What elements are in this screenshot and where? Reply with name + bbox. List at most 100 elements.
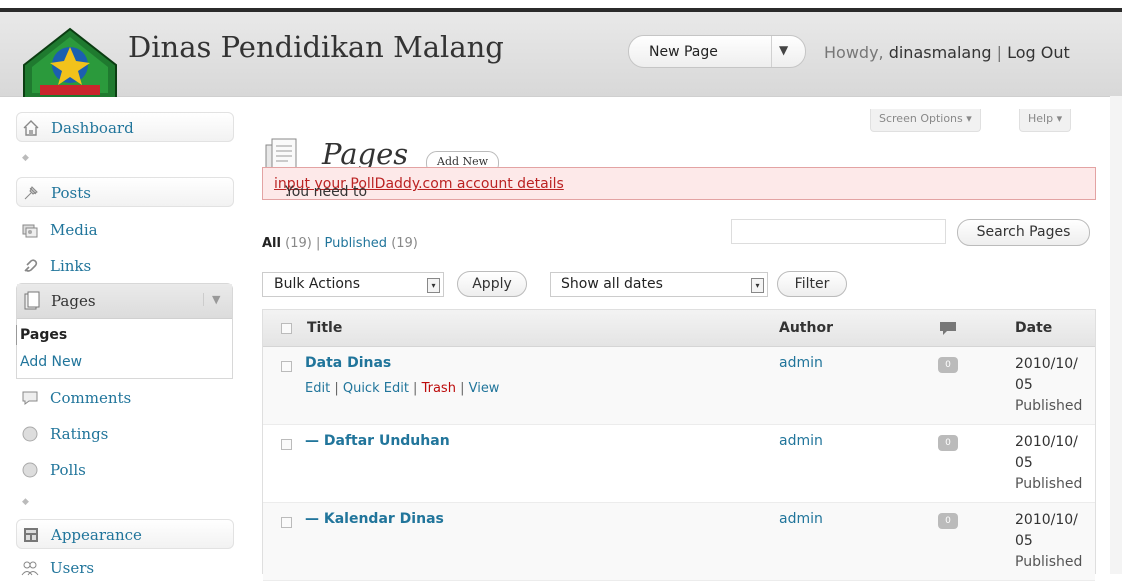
- column-author[interactable]: Author: [779, 320, 833, 336]
- bulk-actions-value: Bulk Actions: [274, 276, 361, 292]
- filter-button[interactable]: Filter: [777, 271, 847, 297]
- sidebar-item-appearance[interactable]: Appearance: [16, 519, 234, 549]
- filter-published[interactable]: Published: [324, 236, 387, 251]
- page-title-link[interactable]: Data Dinas: [305, 355, 391, 371]
- sidebar-item-label: Users: [50, 559, 95, 577]
- submenu-add-new[interactable]: Add New: [20, 354, 82, 370]
- sidebar-item-posts[interactable]: Posts: [16, 177, 234, 207]
- page-title-link[interactable]: — Daftar Unduhan: [305, 433, 450, 449]
- pages-table: Title Author Date Data Dinas Edit | Quic…: [262, 309, 1096, 581]
- logout-link[interactable]: Log Out: [1007, 43, 1070, 62]
- submenu-pages[interactable]: Pages: [20, 327, 67, 343]
- row-checkbox[interactable]: [281, 439, 292, 450]
- sidebar-item-label: Dashboard: [51, 119, 134, 137]
- quick-edit-link[interactable]: Quick Edit: [343, 381, 409, 396]
- header-separator: |: [991, 43, 1008, 62]
- sidebar-item-label: Posts: [51, 184, 91, 202]
- favorite-action-label[interactable]: New Page: [649, 44, 718, 60]
- view-link[interactable]: View: [469, 381, 500, 396]
- sidebar-item-dashboard[interactable]: Dashboard: [16, 112, 234, 142]
- search-input[interactable]: [731, 219, 946, 244]
- menu-separator: ◆: [22, 153, 29, 163]
- help-button[interactable]: Help ▾: [1019, 109, 1072, 132]
- dates-select[interactable]: Show all dates ▾: [550, 272, 768, 297]
- comments-column-icon: [940, 322, 956, 335]
- select-all-checkbox[interactable]: [281, 323, 292, 334]
- howdy-label: Howdy,: [824, 43, 889, 62]
- top-strip: [0, 0, 1122, 8]
- pages-icon: [24, 291, 40, 310]
- sidebar-item-label: Polls: [50, 461, 86, 479]
- scrollbar[interactable]: [1110, 96, 1122, 574]
- comment-icon: [22, 391, 38, 405]
- sidebar-item-label: Ratings: [50, 425, 109, 443]
- count-published: (19): [387, 236, 418, 251]
- ratings-icon: [22, 426, 38, 442]
- chevron-down-icon[interactable]: ▼: [203, 293, 220, 306]
- chevron-down-icon[interactable]: ▾: [751, 278, 764, 293]
- status-filter: All (19) | Published (19): [262, 236, 418, 251]
- row-actions: Edit | Quick Edit | Trash | View: [305, 381, 499, 396]
- action-separator: |: [408, 381, 422, 396]
- date-value: 2010/10/: [1015, 434, 1078, 450]
- sidebar-item-media[interactable]: Media: [16, 215, 234, 245]
- main-content: Screen Options ▾ Help ▾ Pages Add New Yo…: [262, 97, 1110, 581]
- sidebar-item-links[interactable]: Links: [16, 251, 234, 281]
- sidebar-item-ratings[interactable]: Ratings: [16, 419, 234, 449]
- sidebar-item-polls[interactable]: Polls: [16, 455, 234, 485]
- page-title-link[interactable]: — Kalendar Dinas: [305, 511, 444, 527]
- dates-value: Show all dates: [561, 276, 663, 292]
- table-row: — Daftar Unduhan admin 0 2010/10/ 05 Pub…: [263, 425, 1095, 503]
- search-pages-button[interactable]: Search Pages: [957, 219, 1090, 246]
- column-title[interactable]: Title: [307, 320, 342, 336]
- author-link[interactable]: admin: [779, 511, 823, 527]
- admin-header: Dinas Pendidikan Malang New Page ▼ Howdy…: [0, 12, 1122, 100]
- notice-text: You need to: [285, 184, 368, 200]
- column-date[interactable]: Date: [1015, 320, 1052, 336]
- table-row: Data Dinas Edit | Quick Edit | Trash | V…: [263, 347, 1095, 425]
- site-logo[interactable]: [22, 27, 118, 101]
- apply-button[interactable]: Apply: [457, 271, 527, 297]
- comment-count-icon[interactable]: 0: [938, 435, 958, 451]
- bulk-actions-select[interactable]: Bulk Actions ▾: [262, 272, 444, 297]
- date-value-cont: 05: [1015, 455, 1033, 471]
- dashboard-icon: [23, 120, 39, 136]
- row-checkbox[interactable]: [281, 361, 292, 372]
- chevron-down-icon[interactable]: ▾: [427, 278, 440, 293]
- status-label: Published: [1015, 476, 1083, 492]
- trash-link[interactable]: Trash: [422, 381, 456, 396]
- date-value: 2010/10/: [1015, 356, 1078, 372]
- comment-count-icon[interactable]: 0: [938, 513, 958, 529]
- author-link[interactable]: admin: [779, 433, 823, 449]
- comment-count-icon[interactable]: 0: [938, 357, 958, 373]
- edit-link[interactable]: Edit: [305, 381, 330, 396]
- page-title: Pages: [322, 137, 409, 171]
- row-date: 2010/10/ 05 Published: [1015, 354, 1082, 417]
- chevron-down-icon[interactable]: ▼: [779, 43, 788, 57]
- appearance-icon: [24, 528, 38, 542]
- row-date: 2010/10/ 05 Published: [1015, 510, 1082, 573]
- action-separator: |: [455, 381, 469, 396]
- favorite-divider: [771, 36, 772, 67]
- action-separator: |: [330, 381, 343, 396]
- date-value-cont: 05: [1015, 533, 1033, 549]
- sidebar-item-users[interactable]: Users: [16, 553, 234, 583]
- media-icon: [22, 224, 38, 238]
- username-link[interactable]: dinasmalang: [889, 43, 992, 62]
- user-info: Howdy, dinasmalang | Log Out: [824, 43, 1070, 62]
- author-link[interactable]: admin: [779, 355, 823, 371]
- filter-all[interactable]: All: [262, 236, 281, 251]
- site-title[interactable]: Dinas Pendidikan Malang: [128, 30, 504, 64]
- sidebar-item-pages[interactable]: Pages ▼ Pages Add New: [16, 283, 233, 379]
- notice-end: .: [285, 184, 290, 200]
- count-all: (19): [280, 236, 312, 251]
- sidebar-item-label: Media: [50, 221, 98, 239]
- screen-options-button[interactable]: Screen Options ▾: [870, 109, 981, 132]
- sidebar-item-comments[interactable]: Comments: [16, 383, 234, 413]
- row-checkbox[interactable]: [281, 517, 292, 528]
- pages-menu-header[interactable]: Pages ▼: [17, 284, 232, 319]
- filter-separator: |: [311, 236, 325, 251]
- row-date: 2010/10/ 05 Published: [1015, 432, 1082, 495]
- polls-icon: [22, 462, 38, 478]
- favorite-actions[interactable]: New Page ▼: [628, 35, 806, 68]
